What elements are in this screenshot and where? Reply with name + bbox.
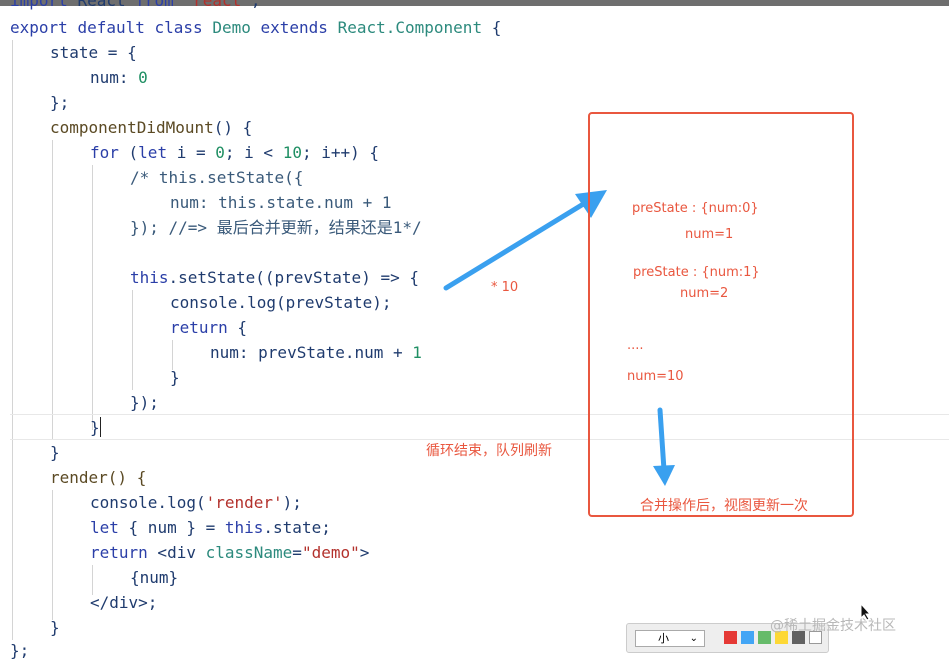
code-line-return-div: return <div className="demo"> xyxy=(90,543,370,562)
code-line-comment-2: num: this.state.num + 1 xyxy=(170,193,392,212)
indent-guide xyxy=(52,490,53,620)
color-swatch-blue[interactable] xyxy=(741,631,754,644)
code-line-state: state = { xyxy=(50,43,137,62)
annotation-box xyxy=(588,112,854,517)
num-2-note: num=2 xyxy=(680,286,729,301)
code-line-didmount: componentDidMount() { xyxy=(50,118,253,137)
color-swatch-red[interactable] xyxy=(724,631,737,644)
code-line-setstate-end: }); xyxy=(130,393,159,412)
code-line-render: render() { xyxy=(50,468,147,487)
ellipsis-note: .... xyxy=(627,338,644,353)
watermark: @稀土掘金技术社区 xyxy=(770,618,896,634)
indent-guide xyxy=(132,290,133,390)
num-1-note: num=1 xyxy=(685,227,734,242)
chevron-down-icon: ⌄ xyxy=(689,633,698,644)
indent-guide xyxy=(92,165,93,430)
repeat-count-note: * 10 xyxy=(491,280,519,295)
code-line-render-end: } xyxy=(50,618,60,637)
code-line-return-end: } xyxy=(170,368,180,387)
code-line-didmount-end: } xyxy=(50,443,60,462)
size-select-value: 小 xyxy=(658,632,669,645)
code-line-import: import React from 'react'; xyxy=(10,0,261,10)
code-line-comment-1: /* this.setState({ xyxy=(130,168,304,187)
code-line-class-end: }; xyxy=(10,641,30,660)
prestate-1-note: preState : {num:0} xyxy=(632,201,759,216)
code-line-return: return { xyxy=(170,318,248,337)
indent-guide xyxy=(12,40,13,640)
code-line-let-num: let { num } = this.state; xyxy=(90,518,331,537)
size-select[interactable]: 小 ⌄ xyxy=(635,630,705,647)
code-line-state-end: }; xyxy=(50,93,70,112)
code-line-return-num: num: prevState.num + 1 xyxy=(210,343,422,362)
code-line-div-close: </div>; xyxy=(90,593,158,612)
code-line-setstate: this.setState((prevState) => { xyxy=(130,268,419,287)
code-line-render-console: console.log('render'); xyxy=(90,493,302,512)
mouse-cursor-icon xyxy=(860,603,872,621)
indent-guide xyxy=(52,140,53,440)
code-line-num: num: 0 xyxy=(90,68,148,87)
code-line-class: export default class Demo extends React.… xyxy=(10,18,502,37)
prestate-2-note: preState : {num:1} xyxy=(633,265,760,280)
code-line-console: console.log(prevState); xyxy=(170,293,392,312)
text-caret xyxy=(100,417,101,437)
code-line-for: for (let i = 0; i < 10; i++) { xyxy=(90,143,380,162)
merge-note: 合并操作后，视图更新一次 xyxy=(640,498,808,514)
num-10-note: num=10 xyxy=(627,369,684,384)
loop-end-note: 循环结束，队列刷新 xyxy=(426,443,552,459)
code-line-for-end: } xyxy=(90,418,100,437)
code-line-comment-3: }); //=> 最后合并更新，结果还是1*/ xyxy=(130,218,422,237)
code-line-jsx-num: {num} xyxy=(130,568,179,587)
